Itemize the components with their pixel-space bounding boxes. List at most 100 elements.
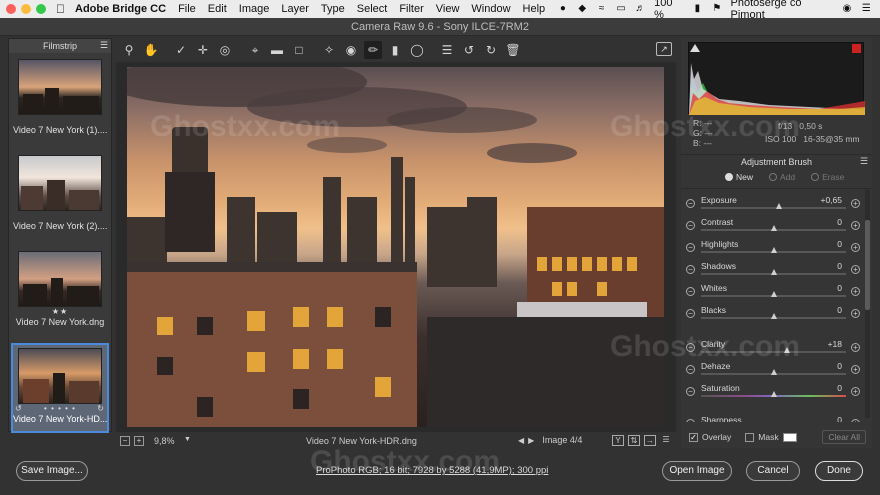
rotate-ccw-icon[interactable]: ↺ [460,41,478,59]
save-image-button[interactable]: Save Image... [16,461,88,481]
color-sampler-icon[interactable]: ✛ [194,41,212,59]
increase-icon[interactable]: + [851,243,860,252]
filmstrip-item[interactable]: Video 7 New York (2).... [13,155,107,231]
menu-window[interactable]: Window [471,3,510,15]
slider-value[interactable]: 0 [802,261,842,271]
slider-highlights[interactable]: − Highlights 0 + [681,237,872,259]
zoom-in-button[interactable]: + [134,436,144,446]
decrease-icon[interactable]: − [686,309,695,318]
rotate-cw-icon[interactable]: ↻ [482,41,500,59]
slider-thumb[interactable] [771,291,777,297]
increase-icon[interactable]: + [851,365,860,374]
slider-track[interactable] [701,207,846,209]
slider-value[interactable]: +0,65 [802,195,842,205]
spot-removal-icon[interactable]: ✧ [320,41,338,59]
slider-contrast[interactable]: − Contrast 0 + [681,215,872,237]
panel-scrollbar[interactable] [865,190,870,418]
red-eye-icon[interactable]: ◉ [342,41,360,59]
before-after-toggle[interactable]: Y [612,435,624,446]
menu-layer[interactable]: Layer [281,3,309,15]
slider-whites[interactable]: − Whites 0 + [681,281,872,303]
menu-filter[interactable]: Filter [399,3,423,15]
notification-center-icon[interactable]: ☰ [861,4,872,14]
panel-menu-icon[interactable]: ☰ [860,156,868,167]
zoom-window-button[interactable] [36,4,46,14]
slider-blacks[interactable]: − Blacks 0 + [681,303,872,325]
slider-value[interactable]: +18 [802,339,842,349]
slider-value[interactable]: 0 [802,305,842,315]
increase-icon[interactable]: + [851,419,860,422]
filmstrip-rating[interactable] [13,211,107,221]
dropbox-icon[interactable]: ◆ [577,4,588,14]
menu-help[interactable]: Help [523,3,546,15]
copy-settings-icon[interactable]: → [644,435,656,446]
decrease-icon[interactable]: − [686,419,695,422]
filmstrip-menu-icon[interactable]: ☰ [100,40,108,51]
decrease-icon[interactable]: − [686,243,695,252]
overlay-checkbox[interactable]: ✓ [689,432,698,442]
rating-dots[interactable]: • • • • • [44,404,76,413]
zoom-dropdown-icon[interactable]: ▼ [184,436,191,443]
decrease-icon[interactable]: − [686,265,695,274]
increase-icon[interactable]: + [851,287,860,296]
slider-thumb[interactable] [771,225,777,231]
targeted-adjust-icon[interactable]: ◎ [216,41,234,59]
wifi-icon[interactable]: ≈ [596,4,607,14]
slider-value[interactable]: 0 [802,283,842,293]
rotate-right-icon[interactable]: ↻ [97,404,105,413]
slider-thumb[interactable] [771,391,777,397]
cancel-button[interactable]: Cancel [746,461,800,481]
slider-value[interactable]: 0 [802,383,842,393]
decrease-icon[interactable]: − [686,221,695,230]
radial-filter-icon[interactable]: ◯ [408,41,426,59]
filmstrip-item[interactable]: ★★ Video 7 New York.dng [13,251,107,327]
done-button[interactable]: Done [815,461,863,481]
menu-type[interactable]: Type [321,3,345,15]
increase-icon[interactable]: + [851,221,860,230]
next-image-icon[interactable]: ▶ [528,436,534,445]
slider-clarity[interactable]: − Clarity +18 + [681,337,872,359]
shadow-clipping-warning-icon[interactable] [690,44,700,52]
adjustment-brush-icon[interactable]: ✏ [364,41,382,59]
slider-thumb[interactable] [771,369,777,375]
slider-shadows[interactable]: − Shadows 0 + [681,259,872,281]
decrease-icon[interactable]: − [686,387,695,396]
decrease-icon[interactable]: − [686,343,695,352]
slider-thumb[interactable] [784,347,790,353]
apple-menu-icon[interactable]:  [56,2,65,16]
slider-sharpness[interactable]: − Sharpness 0 + [681,413,872,422]
siri-icon[interactable]: ◉ [841,4,852,14]
zoom-icon[interactable]: ⚲ [120,41,138,59]
decrease-icon[interactable]: − [686,199,695,208]
airplay-icon[interactable]: ▭ [615,4,626,14]
filmstrip-item[interactable]: Video 7 New York (1).... [13,59,107,135]
slider-thumb[interactable] [771,247,777,253]
white-balance-icon[interactable]: ✓ [172,41,190,59]
toggle-fullscreen-icon[interactable]: ↗ [656,42,672,56]
battery-icon[interactable]: ▮ [692,4,703,14]
graduated-filter-icon[interactable]: ▮ [386,41,404,59]
menu-file[interactable]: File [178,3,196,15]
previous-image-icon[interactable]: ◀ [518,436,524,445]
open-image-button[interactable]: Open Image [662,461,732,481]
crop-icon[interactable]: ⌖ [246,41,264,59]
slider-thumb[interactable] [776,203,782,209]
close-window-button[interactable] [6,4,16,14]
straighten-icon[interactable]: ▬ [268,41,286,59]
transform-icon[interactable]: □ [290,41,308,59]
minimize-window-button[interactable] [21,4,31,14]
mask-color-swatch[interactable] [782,432,797,442]
slider-value[interactable]: 0 [802,217,842,227]
slider-track[interactable] [701,351,846,353]
menu-image[interactable]: Image [239,3,270,15]
menu-edit[interactable]: Edit [208,3,227,15]
view-settings-icon[interactable]: ☰ [660,435,672,446]
slider-thumb[interactable] [771,313,777,319]
clear-all-button[interactable]: Clear All [822,430,866,444]
status-app-icon[interactable]: ● [557,4,568,14]
increase-icon[interactable]: + [851,199,860,208]
increase-icon[interactable]: + [851,309,860,318]
image-canvas[interactable] [116,62,676,432]
decrease-icon[interactable]: − [686,287,695,296]
slider-saturation[interactable]: − Saturation 0 + [681,381,872,403]
